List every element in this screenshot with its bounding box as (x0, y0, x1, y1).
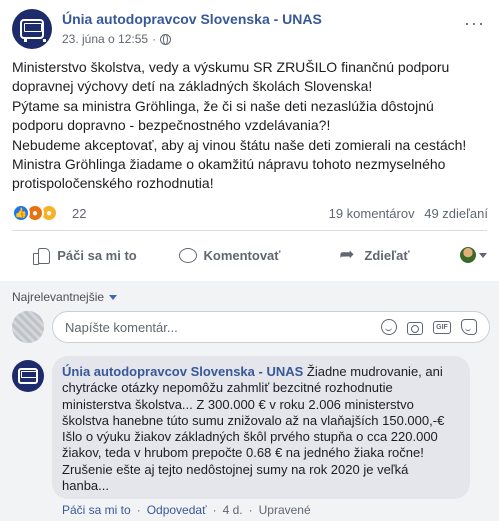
separator: · (248, 503, 253, 517)
camera-icon[interactable] (407, 321, 423, 335)
post-timestamp[interactable]: 23. júna o 12:55 (62, 32, 148, 46)
share-arrow-icon (339, 244, 357, 265)
comment-age[interactable]: 4 d. (223, 503, 243, 517)
comment-text-line: Išlo o výuku žiakov základných škôl prvé… (62, 429, 438, 445)
post-text-line: dopravnej výchovy detí na základných ško… (12, 78, 373, 95)
post-text-line: protispoločenského rozhodnutia! (12, 175, 214, 192)
comment-author-link[interactable]: Únia autodopravcov Slovenska - UNAS (62, 364, 303, 379)
identity-avatar (460, 247, 476, 263)
reaction-count[interactable]: 22 (72, 206, 86, 221)
comment-text-line: školstva hanebne túto sumu znižovalo až … (62, 412, 445, 428)
more-options-icon[interactable]: ··· (464, 13, 485, 34)
post-text-line: Nebudeme akceptovať, aby aj vinou štátu … (12, 136, 467, 153)
comment-input-placeholder: Napíšte komentár... (65, 319, 178, 335)
comment-text-line: ministerstva školstva... Z 300.000 € v r… (62, 396, 414, 412)
chevron-down-icon (109, 294, 118, 300)
post-text: Ministerstvo školstva, vedy a výskumu SR… (12, 58, 490, 194)
globe-icon[interactable] (160, 33, 172, 45)
comment-author-avatar[interactable] (12, 360, 44, 392)
post-stats: 19 komentárov 49 zdieľaní (323, 206, 488, 221)
post-header: Únia autodopravcov Slovenska - UNAS 23. … (12, 9, 487, 53)
separator: · (136, 503, 141, 517)
comment-text-line: chytrácke otázky nepomôžu zahmliť bezcit… (62, 380, 393, 396)
share-count-link[interactable]: 49 zdieľaní (424, 206, 488, 221)
post-text-line: Ministra Gröhlinga žiadame o okamžitú ná… (12, 156, 446, 173)
comment-text-line: žiakov, teda v hrubom prepočte 0.68 € na… (62, 445, 424, 461)
share-button[interactable]: Zdieľať (302, 239, 447, 271)
comment-count-link[interactable]: 19 komentárov (329, 206, 415, 221)
comment-input[interactable]: Napíšte komentár... GIF (52, 311, 490, 343)
comment-actions: Páči sa mi to · Odpovedať · 4 d. · Uprav… (62, 503, 311, 517)
comment-input-icons: GIF (381, 319, 489, 335)
sticker-icon[interactable] (461, 319, 477, 335)
like-label: Páči sa mi to (57, 247, 137, 263)
reaction-identity-selector[interactable] (447, 247, 487, 263)
chevron-down-icon (479, 252, 487, 258)
current-user-avatar[interactable] (12, 311, 44, 343)
bus-logo-icon (20, 19, 46, 42)
page-avatar[interactable] (12, 9, 52, 49)
comment-bubble: Únia autodopravcov Slovenska - UNAS Žiad… (52, 356, 470, 499)
page-name-link[interactable]: Únia autodopravcov Slovenska - UNAS (62, 11, 322, 27)
share-label: Zdieľať (364, 247, 410, 263)
like-button[interactable]: Páči sa mi to (12, 239, 157, 271)
sort-label: Najrelevantnejšie (12, 290, 105, 304)
comment-like-link[interactable]: Páči sa mi to (62, 503, 131, 517)
comment-text-line: Zrušenie ešte aj tejto nedôstojnej sumy … (62, 461, 409, 477)
post-text-line: Ministerstvo školstva, vedy a výskumu SR… (12, 59, 450, 75)
comment-text-line: hanba... (62, 478, 109, 494)
meta-separator: · (152, 32, 157, 46)
speech-bubble-icon (178, 246, 198, 264)
separator: · (212, 503, 217, 517)
reactions-bar: 👍 ● ● 22 19 komentárov 49 zdieľaní (12, 202, 490, 224)
post-action-row: Páči sa mi to Komentovať Zdieľať (12, 235, 487, 275)
comment-button[interactable]: Komentovať (157, 239, 302, 271)
smiley-icon[interactable] (381, 319, 397, 335)
like-reaction-icon: 👍 (12, 204, 30, 222)
reaction-icons[interactable]: 👍 ● ● (12, 204, 58, 222)
comment-label: Komentovať (203, 247, 281, 263)
post-meta: 23. júna o 12:55 · (62, 32, 172, 46)
comment-edited-label[interactable]: Upravené (259, 503, 311, 517)
comment-reply-link[interactable]: Odpovedať (147, 503, 207, 517)
comment-text: Žiadne mudrovanie, ani (303, 364, 443, 379)
comment-sort-dropdown[interactable]: Najrelevantnejšie (12, 290, 118, 304)
bus-logo-icon (18, 368, 38, 384)
post-text-line: podporu dopravno - bezpečnostného vzdelá… (12, 117, 331, 134)
thumbs-up-icon (32, 246, 51, 265)
post-text-line: Pýtame sa ministra Gröhlinga, že či si n… (12, 97, 434, 114)
gif-icon[interactable]: GIF (433, 320, 451, 334)
divider (12, 230, 487, 231)
comment-first-line: Únia autodopravcov Slovenska - UNAS Žiad… (62, 364, 458, 380)
